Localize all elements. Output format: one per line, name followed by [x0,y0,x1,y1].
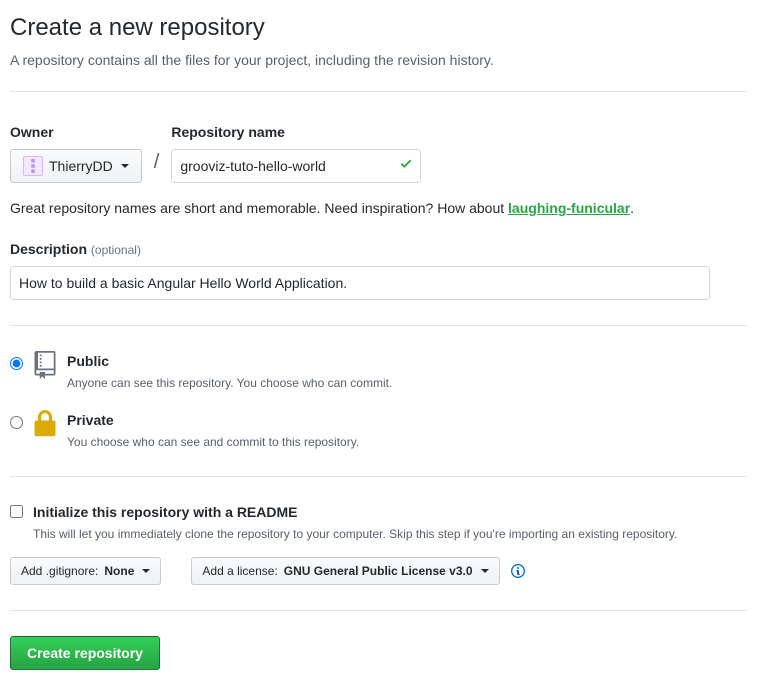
create-repository-button[interactable]: Create repository [10,636,160,670]
page-subtitle: A repository contains all the files for … [10,50,747,71]
owner-name: ThierryDD [49,156,113,176]
license-select-button[interactable]: Add a license: GNU General Public Licens… [191,557,499,585]
name-suggestion-link[interactable]: laughing-funicular [508,200,630,216]
check-icon [399,156,413,177]
readme-desc: This will let you immediately clone the … [33,525,677,543]
owner-select-button[interactable]: ThierryDD [10,149,142,183]
repo-icon [33,351,57,385]
page-title: Create a new repository [10,10,747,46]
public-radio[interactable] [10,357,23,370]
owner-label: Owner [10,122,142,143]
public-desc: Anyone can see this repository. You choo… [67,374,392,392]
divider [10,476,747,477]
repo-name-hint: Great repository names are short and mem… [10,198,747,219]
chevron-down-icon [481,569,489,573]
private-title: Private [67,410,359,431]
info-icon[interactable] [510,563,526,579]
description-label: Description (optional) [10,239,747,260]
readme-checkbox[interactable] [10,505,23,518]
divider [10,91,747,92]
private-desc: You choose who can see and commit to thi… [67,433,359,451]
chevron-down-icon [121,164,129,168]
gitignore-select-button[interactable]: Add .gitignore: None [10,557,161,585]
private-radio[interactable] [10,416,23,429]
public-title: Public [67,351,392,372]
divider [10,325,747,326]
owner-avatar-icon [23,156,43,176]
chevron-down-icon [142,569,150,573]
description-input[interactable] [10,266,710,300]
readme-title: Initialize this repository with a README [33,502,677,523]
slash-separator: / [150,147,164,183]
divider [10,610,747,611]
repo-name-label: Repository name [171,122,421,143]
repo-name-input[interactable] [171,149,421,183]
lock-icon [33,410,57,444]
